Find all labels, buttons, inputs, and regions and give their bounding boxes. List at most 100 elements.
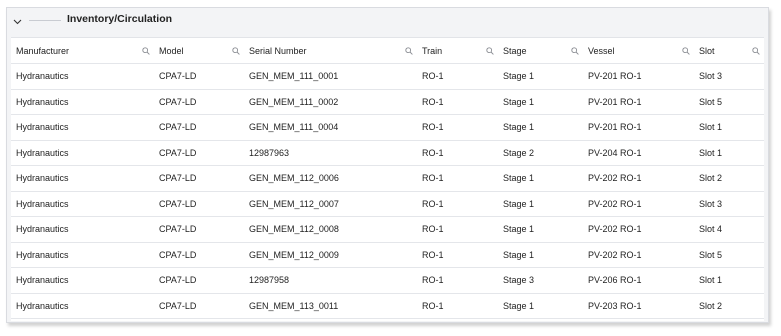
panel-title: Inventory/Circulation (67, 13, 173, 25)
cell-slot: Slot 2 (699, 300, 723, 311)
column-header-label: Slot (699, 45, 715, 56)
column-header-vessel[interactable]: Vessel (583, 38, 694, 63)
cell-slot: Slot 3 (699, 198, 723, 209)
cell-train: RO-1 (422, 198, 444, 209)
cell-stage: Stage 1 (503, 173, 535, 184)
column-header-label: Model (159, 45, 184, 56)
table-row[interactable]: Hydranautics CPA7-LD GEN_MEM_112_0009 RO-1 S… (11, 243, 764, 268)
search-icon[interactable] (232, 47, 240, 55)
table-row[interactable]: Hydranautics CPA7-LD GEN_MEM_112_0008 RO-1 S… (11, 217, 764, 243)
cell-train: RO-1 (422, 275, 444, 286)
cell-model: CPA7-LD (159, 71, 197, 82)
table-header-row: Manufacturer Model Serial Number Train S… (11, 38, 764, 64)
cell-slot: Slot 1 (699, 122, 723, 133)
cell-stage: Stage 3 (503, 275, 535, 286)
cell-manufacturer: Hydranautics (16, 249, 69, 260)
cell-stage: Stage 1 (503, 300, 535, 311)
table-row[interactable]: Hydranautics CPA7-LD GEN_MEM_111_0004 RO-1 S… (11, 115, 764, 141)
cell-model: CPA7-LD (159, 300, 197, 311)
cell-train: RO-1 (422, 173, 444, 184)
cell-manufacturer: Hydranautics (16, 198, 69, 209)
column-header-label: Vessel (588, 45, 615, 56)
inventory-table: Manufacturer Model Serial Number Train S… (11, 37, 764, 321)
cell-model: CPA7-LD (159, 147, 197, 158)
cell-train: RO-1 (422, 300, 444, 311)
cell-serial-number: GEN_MEM_112_0007 (249, 198, 339, 209)
column-header-label: Stage (503, 45, 527, 56)
cell-vessel: PV-202 RO-1 (588, 224, 642, 235)
cell-stage: Stage 1 (503, 96, 535, 107)
cell-model: CPA7-LD (159, 122, 197, 133)
cell-vessel: PV-202 RO-1 (588, 198, 642, 209)
cell-slot: Slot 1 (699, 147, 723, 158)
cell-vessel: PV-201 RO-1 (588, 122, 642, 133)
cell-serial-number: 12987963 (249, 147, 290, 158)
collapse-button[interactable] (10, 14, 24, 28)
header-divider (29, 20, 61, 21)
cell-manufacturer: Hydranautics (16, 275, 69, 286)
cell-stage: Stage 2 (503, 147, 535, 158)
search-icon[interactable] (405, 47, 413, 55)
column-header-label: Serial Number (249, 45, 307, 56)
table-row[interactable]: Hydranautics CPA7-LD GEN_MEM_111_0001 RO-1 S… (11, 64, 764, 90)
cell-manufacturer: Hydranautics (16, 147, 69, 158)
cell-train: RO-1 (422, 71, 444, 82)
table-row[interactable]: Hydranautics CPA7-LD GEN_MEM_113_0011 RO-1 S… (11, 294, 764, 319)
cell-train: RO-1 (422, 96, 444, 107)
cell-vessel: PV-202 RO-1 (588, 249, 642, 260)
cell-model: CPA7-LD (159, 275, 197, 286)
column-header-serial-number[interactable]: Serial Number (244, 38, 417, 63)
cell-train: RO-1 (422, 224, 444, 235)
cell-stage: Stage 1 (503, 224, 535, 235)
cell-stage: Stage 1 (503, 122, 535, 133)
cell-model: CPA7-LD (159, 96, 197, 107)
cell-train: RO-1 (422, 249, 444, 260)
table-row[interactable]: Hydranautics CPA7-LD 12987963 RO-1 Stage 2 PV… (11, 141, 764, 166)
cell-vessel: PV-201 RO-1 (588, 96, 642, 107)
column-header-slot[interactable]: Slot (694, 38, 764, 63)
table-row[interactable]: Hydranautics CPA7-LD GEN_MEM_111_0002 RO-1 S… (11, 90, 764, 115)
cell-serial-number: GEN_MEM_112_0006 (249, 173, 339, 184)
search-icon[interactable] (752, 47, 760, 55)
search-icon[interactable] (682, 47, 690, 55)
cell-model: CPA7-LD (159, 198, 197, 209)
search-icon[interactable] (571, 47, 579, 55)
table-body: Hydranautics CPA7-LD GEN_MEM_111_0001 RO-1 S… (11, 64, 764, 319)
cell-vessel: PV-204 RO-1 (588, 147, 642, 158)
cell-manufacturer: Hydranautics (16, 122, 69, 133)
cell-serial-number: GEN_MEM_112_0009 (249, 249, 339, 260)
cell-model: CPA7-LD (159, 224, 197, 235)
column-header-label: Manufacturer (16, 45, 70, 56)
inventory-circulation-panel: Inventory/Circulation Manufacturer Model… (6, 7, 769, 323)
cell-serial-number: 12987958 (249, 275, 290, 286)
cell-slot: Slot 3 (699, 71, 723, 82)
column-header-model[interactable]: Model (154, 38, 244, 63)
cell-vessel: PV-201 RO-1 (588, 71, 642, 82)
column-header-train[interactable]: Train (417, 38, 498, 63)
panel-header: Inventory/Circulation (7, 8, 768, 34)
column-header-manufacturer[interactable]: Manufacturer (11, 38, 154, 63)
cell-manufacturer: Hydranautics (16, 96, 69, 107)
cell-serial-number: GEN_MEM_111_0001 (249, 71, 339, 82)
cell-stage: Stage 1 (503, 198, 535, 209)
cell-manufacturer: Hydranautics (16, 300, 69, 311)
cell-slot: Slot 2 (699, 173, 723, 184)
cell-stage: Stage 1 (503, 71, 535, 82)
cell-vessel: PV-202 RO-1 (588, 173, 642, 184)
column-header-label: Train (422, 45, 443, 56)
chevron-down-icon (13, 12, 22, 30)
table-row[interactable]: Hydranautics CPA7-LD 12987958 RO-1 Stage 3 PV… (11, 268, 764, 294)
table-row[interactable]: Hydranautics CPA7-LD GEN_MEM_112_0006 RO-1 S… (11, 166, 764, 192)
search-icon[interactable] (142, 47, 150, 55)
table-row[interactable]: Hydranautics CPA7-LD GEN_MEM_112_0007 RO-1 S… (11, 192, 764, 217)
cell-serial-number: GEN_MEM_113_0011 (249, 300, 339, 311)
cell-vessel: PV-206 RO-1 (588, 275, 642, 286)
column-header-stage[interactable]: Stage (498, 38, 583, 63)
cell-manufacturer: Hydranautics (16, 224, 69, 235)
cell-slot: Slot 5 (699, 249, 723, 260)
cell-model: CPA7-LD (159, 173, 197, 184)
search-icon[interactable] (486, 47, 494, 55)
cell-vessel: PV-203 RO-1 (588, 300, 642, 311)
cell-slot: Slot 4 (699, 224, 723, 235)
cell-serial-number: GEN_MEM_111_0002 (249, 96, 339, 107)
